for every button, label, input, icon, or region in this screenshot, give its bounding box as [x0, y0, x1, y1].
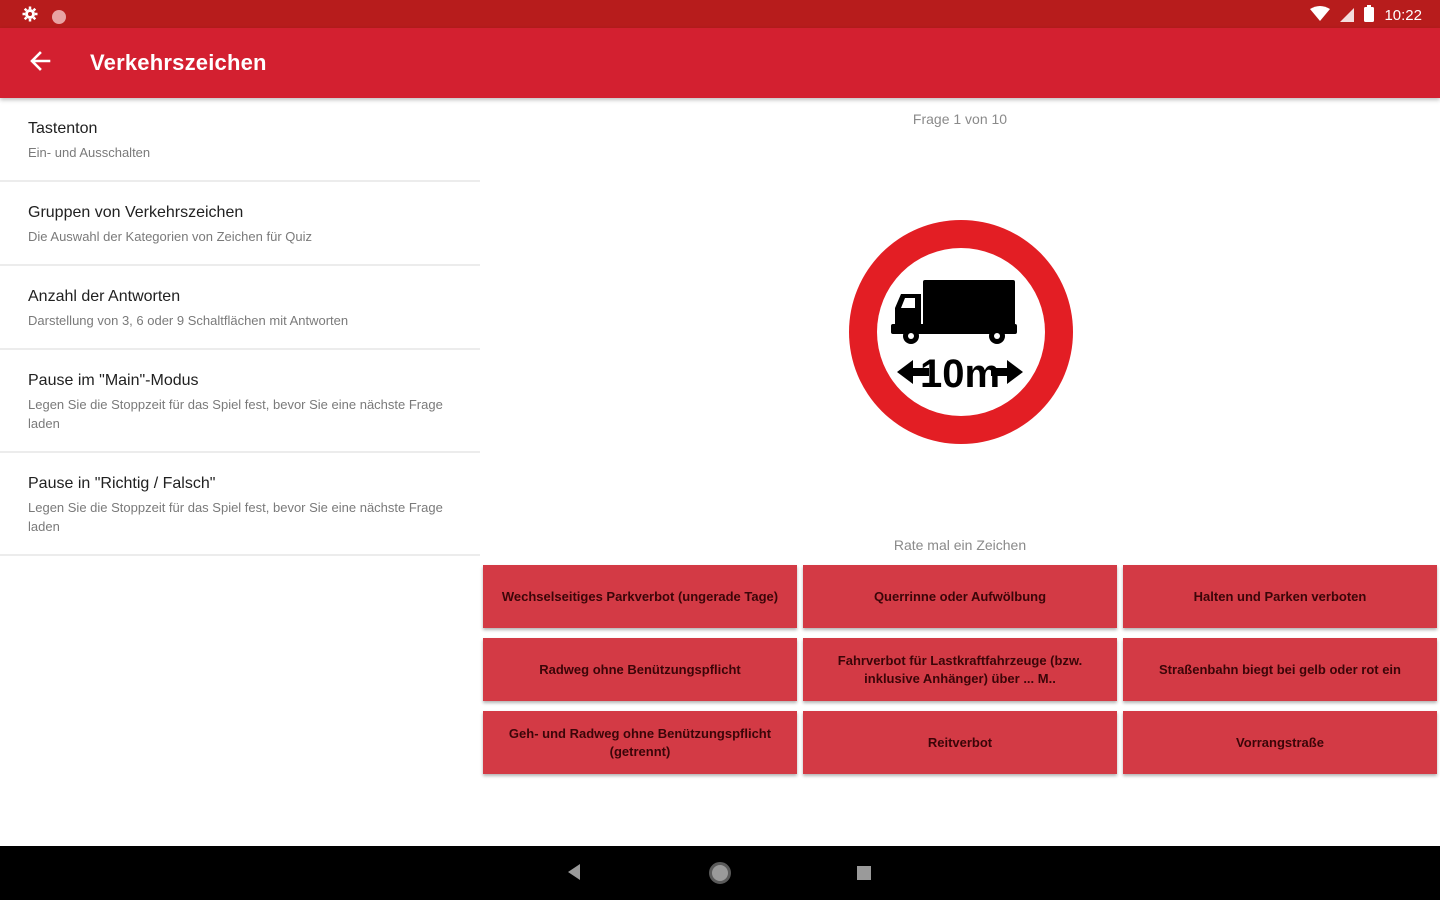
- setting-pause-true-false[interactable]: Pause in "Richtig / Falsch" Legen Sie di…: [0, 453, 480, 556]
- system-nav-bar: [0, 846, 1440, 900]
- status-bar: 10:22: [0, 0, 1440, 28]
- setting-pause-main[interactable]: Pause im "Main"-Modus Legen Sie die Stop…: [0, 350, 480, 453]
- setting-subtitle: Darstellung von 3, 6 oder 9 Schaltfläche…: [28, 313, 349, 328]
- answer-button[interactable]: Wechselseitiges Parkverbot (ungerade Tag…: [483, 565, 797, 628]
- setting-title: Anzahl der Antworten: [28, 288, 181, 305]
- setting-answer-count[interactable]: Anzahl der Antworten Darstellung von 3, …: [0, 266, 480, 350]
- question-counter: Frage 1 von 10: [912, 111, 1008, 127]
- page-title: Verkehrszeichen: [90, 50, 267, 75]
- back-button[interactable]: [22, 45, 58, 81]
- setting-title: Gruppen von Verkehrszeichen: [28, 204, 244, 221]
- answer-button[interactable]: Fahrverbot für Lastkraftfahrzeuge (bzw. …: [803, 638, 1117, 701]
- wifi-icon: [1310, 5, 1331, 26]
- answer-button[interactable]: Straßenbahn biegt bei gelb oder rot ein: [1123, 638, 1437, 701]
- answer-button[interactable]: Geh- und Radweg ohne Benützungspflicht (…: [483, 711, 797, 774]
- answer-grid: Wechselseitiges Parkverbot (ungerade Tag…: [483, 565, 1438, 774]
- answer-button[interactable]: Halten und Parken verboten: [1123, 565, 1437, 628]
- status-right: 10:22: [1310, 5, 1422, 26]
- setting-title: Tastenton: [28, 120, 98, 137]
- notification-dot-icon: [52, 9, 66, 24]
- setting-subtitle: Legen Sie die Stoppzeit für das Spiel fe…: [28, 500, 443, 534]
- quiz-panel: Frage 1 von 10 10m Rate mal ein Zeichen …: [480, 98, 1440, 846]
- setting-subtitle: Legen Sie die Stoppzeit für das Spiel fe…: [28, 397, 443, 431]
- recents-square-icon[interactable]: [857, 866, 871, 880]
- answer-button[interactable]: Radweg ohne Benützungspflicht: [483, 638, 797, 701]
- settings-list: Tastenton Ein- und Ausschalten Gruppen v…: [0, 98, 480, 556]
- back-triangle-icon[interactable]: [566, 863, 582, 886]
- setting-title: Pause in "Richtig / Falsch": [28, 475, 216, 492]
- truck-length-limit-sign-icon: 10m: [847, 218, 1075, 446]
- setting-subtitle: Ein- und Ausschalten: [28, 145, 151, 160]
- sign-label: 10m: [920, 352, 1000, 396]
- setting-subtitle: Die Auswahl der Kategorien von Zeichen f…: [28, 229, 312, 244]
- app-bar: Verkehrszeichen: [0, 28, 1440, 98]
- setting-title: Pause im "Main"-Modus: [28, 372, 199, 389]
- battery-icon: [1364, 5, 1375, 26]
- status-time: 10:22: [1384, 7, 1422, 24]
- status-left-icons: [22, 6, 66, 27]
- quiz-prompt: Rate mal ein Zeichen: [893, 537, 1027, 553]
- setting-key-sound[interactable]: Tastenton Ein- und Ausschalten: [0, 98, 480, 182]
- signal-icon: [1340, 6, 1355, 26]
- answer-button[interactable]: Vorrangstraße: [1123, 711, 1437, 774]
- answer-button[interactable]: Querrinne oder Aufwölbung: [803, 565, 1117, 628]
- settings-icon: [22, 6, 38, 27]
- arrow-back-icon: [29, 50, 51, 77]
- home-circle-icon[interactable]: [709, 862, 731, 884]
- answer-button[interactable]: Reitverbot: [803, 711, 1117, 774]
- setting-sign-groups[interactable]: Gruppen von Verkehrszeichen Die Auswahl …: [0, 182, 480, 266]
